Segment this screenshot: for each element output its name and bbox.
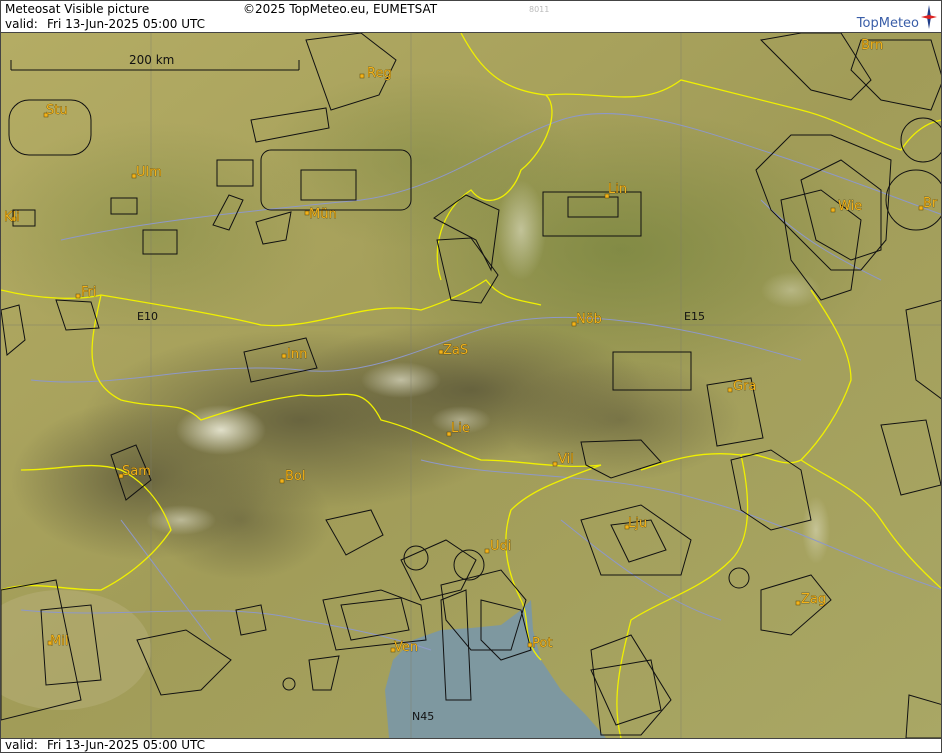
city-label-nob: Nöb: [576, 312, 602, 327]
footer-bar: valid: Fri 13-Jun-2025 05:00 UTC: [0, 738, 942, 753]
city-label-pot: Pot: [532, 636, 552, 651]
copyright-text: ©2025 TopMeteo.eu, EUMETSAT: [243, 2, 438, 16]
compass-star-icon: [921, 5, 937, 29]
grid-label-e10: E10: [137, 310, 158, 323]
grid-label-e15: E15: [684, 310, 705, 323]
brand-name[interactable]: TopMeteo: [857, 16, 919, 31]
city-label-kli: Kli: [4, 210, 20, 225]
city-label-mun: Mün: [309, 207, 337, 222]
header-bar: Meteosat Visible picture ©2025 TopMeteo.…: [0, 0, 942, 33]
city-label-fri: Fri: [81, 285, 97, 300]
scale-label: 200 km: [129, 53, 174, 67]
valid-label: valid:: [5, 17, 38, 31]
city-label-zag: Zag: [801, 592, 826, 607]
city-label-udi: Udi: [490, 539, 511, 554]
city-label-ven: Ven: [394, 640, 418, 655]
city-label-br: Br: [923, 196, 938, 211]
city-label-vil: Vil: [558, 452, 574, 467]
city-label-mil: Mil: [50, 634, 68, 649]
grid-label-n45: N45: [412, 710, 434, 723]
city-label-sam: Sam: [122, 464, 151, 479]
city-label-lie: Lie: [451, 421, 470, 436]
image-title: Meteosat Visible picture: [5, 2, 150, 16]
city-label-bol: Bol: [285, 469, 305, 484]
city-label-ulm: Ulm: [136, 165, 162, 180]
city-label-wie: Wie: [838, 199, 862, 214]
city-label-inn: Inn: [287, 347, 307, 362]
satellite-map[interactable]: 200 km E10 E15 N45 Reg Brn Stu Ulm Lin K…: [0, 33, 942, 738]
city-label-lin: Lin: [608, 182, 627, 197]
frame-id: 8011: [529, 5, 550, 14]
city-label-stu: Stu: [46, 103, 68, 118]
city-label-brn: Brn: [861, 38, 883, 53]
footer-valid-time: Fri 13-Jun-2025 05:00 UTC: [47, 738, 205, 752]
valid-time: Fri 13-Jun-2025 05:00 UTC: [47, 17, 205, 31]
footer-valid-label: valid:: [5, 738, 38, 752]
city-label-reg: Reg: [367, 66, 392, 81]
city-label-lju: Lju: [628, 516, 647, 531]
city-label-zas: ZaS: [443, 343, 468, 358]
city-label-gra: Gra: [733, 379, 756, 394]
